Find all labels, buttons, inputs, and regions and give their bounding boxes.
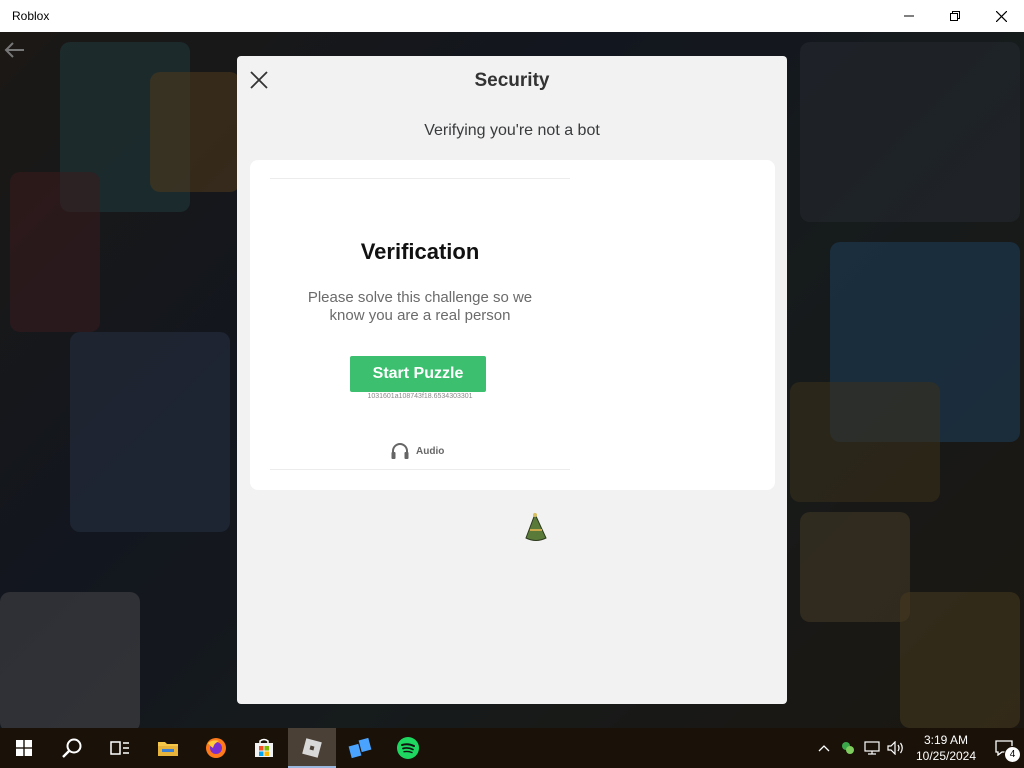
microsoft-store-button[interactable]	[240, 728, 288, 768]
chevron-up-icon	[818, 745, 830, 752]
dialog-subtitle: Verifying you're not a bot	[424, 122, 600, 139]
folder-icon	[158, 742, 178, 756]
headphones-icon	[391, 443, 409, 459]
clock-time: 3:19 AM	[923, 733, 969, 747]
show-hidden-icons-button[interactable]	[812, 728, 836, 768]
back-arrow-icon[interactable]	[2, 38, 26, 62]
roblox-studio-icon	[348, 737, 372, 759]
search-icon	[62, 738, 82, 758]
action-center-button[interactable]: 4	[984, 728, 1024, 768]
roblox-studio-button[interactable]	[336, 728, 384, 768]
taskbar-clock[interactable]: 3:19 AM 10/25/2024	[908, 732, 984, 764]
roblox-taskbar-button[interactable]	[288, 728, 336, 768]
loading-spinner-icon	[525, 512, 547, 541]
volume-icon	[887, 741, 903, 755]
start-button[interactable]	[0, 728, 48, 768]
volume-button[interactable]	[884, 728, 908, 768]
system-tray: 3:19 AM 10/25/2024 4	[812, 728, 1024, 768]
verification-instructions: Please solve this challenge so we know y…	[307, 289, 533, 324]
audio-label: Audio	[416, 445, 445, 457]
search-button[interactable]	[48, 728, 96, 768]
spotify-icon	[397, 737, 419, 759]
file-explorer-button[interactable]	[144, 728, 192, 768]
task-view-icon	[110, 741, 129, 755]
audio-challenge-button[interactable]: Audio	[390, 441, 444, 461]
spotify-button[interactable]	[384, 728, 432, 768]
title-bar: Roblox	[0, 0, 1024, 32]
tray-app-button[interactable]	[836, 728, 860, 768]
network-icon	[864, 741, 880, 755]
dialog-title: Security	[474, 70, 550, 91]
verification-heading: Verification	[360, 239, 480, 264]
start-puzzle-button[interactable]: Start Puzzle	[350, 356, 486, 392]
minimize-button[interactable]	[886, 0, 932, 32]
firefox-button[interactable]	[192, 728, 240, 768]
taskbar: 3:19 AM 10/25/2024 4	[0, 728, 1024, 768]
app-status-icon	[842, 742, 854, 754]
window-title: Roblox	[12, 9, 50, 23]
store-icon	[255, 738, 273, 757]
minimize-icon	[904, 15, 914, 17]
challenge-card: Verification Please solve this challenge…	[250, 160, 775, 490]
clock-date: 10/25/2024	[915, 749, 977, 763]
firefox-icon	[206, 738, 226, 758]
restore-icon	[950, 11, 960, 21]
restore-button[interactable]	[932, 0, 978, 32]
task-view-button[interactable]	[96, 728, 144, 768]
windows-logo-icon	[16, 740, 32, 756]
session-id: 1031601a108743f18.6534303301	[367, 393, 473, 400]
security-dialog: Security Verifying you're not a bot Veri…	[237, 56, 787, 704]
notification-count-badge: 4	[1004, 746, 1021, 763]
close-icon	[995, 10, 1007, 22]
roblox-icon	[302, 738, 322, 758]
network-button[interactable]	[860, 728, 884, 768]
close-window-button[interactable]	[978, 0, 1024, 32]
challenge-frame: Verification Please solve this challenge…	[270, 178, 570, 470]
